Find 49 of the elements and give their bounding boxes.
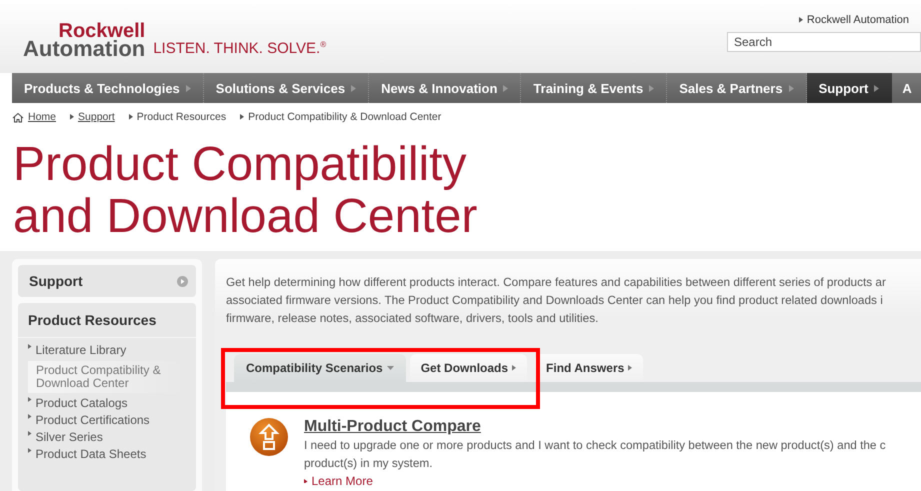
tagline: LISTEN. THINK. SOLVE.$^{®}$: [153, 40, 326, 57]
caret-icon: [28, 344, 32, 349]
nav-item[interactable]: Support: [806, 73, 892, 103]
upgrade-icon: [250, 418, 288, 456]
caret-icon: [186, 84, 191, 92]
caret-icon: [28, 397, 32, 402]
caret-icon: [512, 365, 516, 371]
sidebar-item[interactable]: Silver Series: [28, 431, 196, 444]
caret-icon: [788, 84, 794, 92]
company-logo[interactable]: Rockwell Automation: [23, 22, 146, 58]
nav-item[interactable]: Products & Technologies: [12, 73, 204, 103]
caret-icon: [28, 448, 32, 453]
caret-icon: [128, 114, 133, 120]
nav-item[interactable]: A: [892, 73, 921, 103]
caret-icon: [304, 478, 308, 484]
sidebar-item[interactable]: Product Data Sheets: [28, 448, 196, 461]
page-title: Product Compatibility and Download Center: [12, 137, 478, 245]
breadcrumb-link[interactable]: Product Compatibility & Download Center: [240, 111, 442, 123]
sidebar-item[interactable]: Product Certifications: [28, 414, 196, 427]
caret-icon: [386, 366, 394, 370]
sidebar-item[interactable]: Product Catalogs: [28, 397, 196, 410]
breadcrumb-link[interactable]: Product Resources: [128, 111, 226, 123]
card-title-link[interactable]: Multi-Product Compare: [304, 418, 886, 436]
caret-icon: [503, 84, 508, 92]
caret-icon: [649, 84, 654, 92]
caret-icon: [628, 365, 632, 371]
intro-text: Get help determining how different products interact. Compare features and capabilities between different series of products ar associated firmware versions. The Product Compatibility and Downloads Center can help you find product related downloads i firmware, release notes, associated software, drivers, tools and utilities.: [226, 274, 887, 327]
home-icon: [12, 112, 24, 122]
tab[interactable]: Compatibility Scenarios: [234, 354, 406, 382]
caret-icon: [874, 84, 880, 92]
nav-item[interactable]: Solutions & Services: [204, 73, 370, 103]
sidebar-section-title: Product Resources: [18, 303, 196, 338]
caret-icon: [70, 114, 74, 120]
arrow-circle-icon: [177, 276, 188, 286]
top-link[interactable]: Rockwell Automation: [798, 14, 921, 26]
card-description: I need to upgrade one or more products and I want to check compatibility between the new product(s) and the c product(s) in my system.: [304, 437, 886, 472]
caret-icon: [240, 114, 244, 120]
learn-more-link[interactable]: Learn More: [304, 474, 886, 488]
breadcrumb-link[interactable]: Home: [12, 111, 56, 123]
nav-item[interactable]: News & Innovation: [369, 73, 522, 103]
sidebar-header[interactable]: Support: [18, 265, 196, 297]
breadcrumb-link[interactable]: Support: [70, 111, 115, 123]
caret-icon: [28, 414, 32, 419]
search-field[interactable]: Search: [727, 32, 921, 52]
sidebar-item[interactable]: Literature Library: [28, 344, 196, 357]
caret-icon: [28, 431, 32, 436]
nav-item[interactable]: Training & Events: [521, 73, 668, 103]
caret-icon: [798, 17, 803, 23]
caret-icon: [351, 84, 356, 92]
